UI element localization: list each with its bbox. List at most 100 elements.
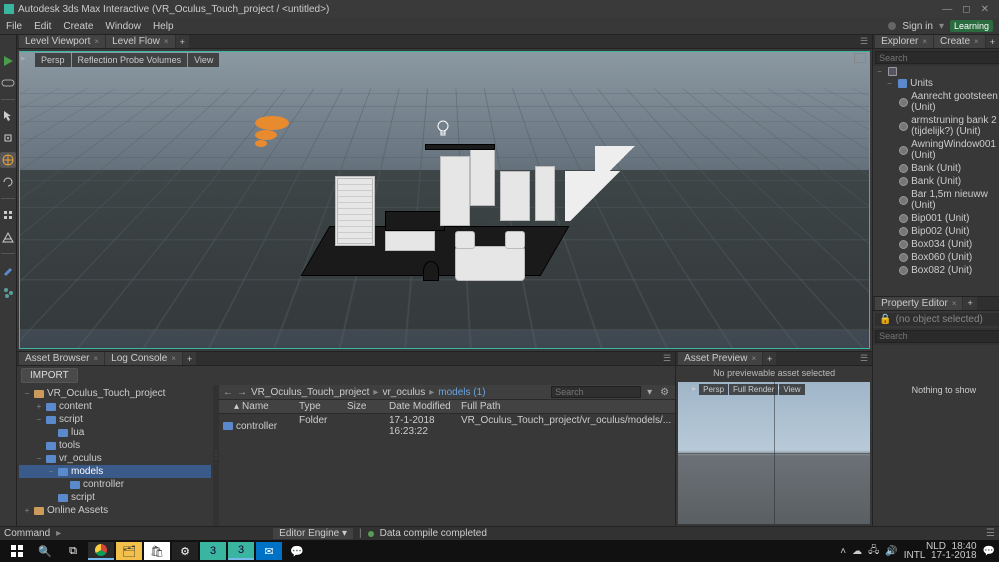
close-tab-icon[interactable]: ×: [952, 299, 957, 308]
settings-icon[interactable]: ⚙: [658, 387, 671, 398]
tree-node[interactable]: lua: [19, 426, 211, 439]
breadcrumb-root[interactable]: VR_Oculus_Touch_project: [251, 387, 369, 398]
explorer-item[interactable]: armstruning bank 2 (tijdelijk?) (Unit): [873, 114, 999, 138]
tab-asset-preview[interactable]: Asset Preview×: [678, 352, 762, 365]
tree-node[interactable]: +content: [19, 400, 211, 413]
asset-table[interactable]: ▴ Name Type Size Date Modified Full Path…: [219, 400, 675, 526]
explorer-item[interactable]: Bip001 (Unit): [873, 212, 999, 225]
breadcrumb-leaf[interactable]: models (1): [438, 387, 485, 398]
explorer-item[interactable]: Box060 (Unit): [873, 251, 999, 264]
minimize-icon[interactable]: —: [942, 4, 952, 15]
signin-button[interactable]: Sign in: [902, 21, 933, 32]
panel-options-icon[interactable]: ☰: [860, 353, 872, 364]
move-tool[interactable]: [0, 152, 16, 168]
3dsmax-interactive-icon[interactable]: 3: [228, 542, 254, 560]
tree-node[interactable]: tools: [19, 439, 211, 452]
viewport-menu-icon[interactable]: ▸: [21, 53, 26, 64]
explorer-units-folder[interactable]: − Units: [873, 77, 999, 90]
place-tool[interactable]: [0, 130, 16, 146]
view-button[interactable]: View: [188, 53, 219, 67]
reflection-probe-button[interactable]: Reflection Probe Volumes: [72, 53, 188, 67]
close-icon[interactable]: ✕: [981, 4, 989, 15]
tab-property-editor[interactable]: Property Editor×: [875, 297, 962, 310]
volume-icon[interactable]: 🔊: [885, 546, 897, 557]
filter-icon[interactable]: ▾: [645, 387, 654, 398]
gamepad-icon[interactable]: [0, 75, 16, 91]
explorer-icon[interactable]: 🗂: [116, 542, 142, 560]
tree-node[interactable]: −script: [19, 413, 211, 426]
tab-asset-browser[interactable]: Asset Browser×: [19, 352, 104, 365]
snap-grid-tool[interactable]: [0, 229, 16, 245]
close-tab-icon[interactable]: ×: [94, 37, 99, 46]
tab-create[interactable]: Create×: [934, 35, 985, 48]
table-row[interactable]: controllerFolder17-1-2018 16:23:22VR_Ocu…: [219, 414, 675, 438]
snap-tool[interactable]: [0, 207, 16, 223]
statusbar-options-icon[interactable]: ☰: [986, 528, 995, 539]
explorer-item[interactable]: AwningWindow001 (Unit): [873, 138, 999, 162]
explorer-item[interactable]: Bar 1,5m nieuww (Unit): [873, 188, 999, 212]
explorer-item[interactable]: Bank (Unit): [873, 162, 999, 175]
asset-search-input[interactable]: [551, 386, 641, 398]
property-search-input[interactable]: [875, 330, 999, 343]
start-button[interactable]: [4, 542, 30, 560]
preview-persp-button[interactable]: Persp: [699, 384, 728, 395]
preview-view-button[interactable]: View: [779, 384, 804, 395]
panel-options-icon[interactable]: ☰: [860, 36, 872, 47]
maximize-icon[interactable]: ◻: [962, 4, 970, 15]
level-viewport[interactable]: [19, 51, 870, 349]
close-tab-icon[interactable]: ×: [974, 37, 979, 46]
menu-edit[interactable]: Edit: [34, 21, 51, 32]
explorer-item[interactable]: Bip002 (Unit): [873, 225, 999, 238]
preview-viewport[interactable]: ▸ Persp Full Render View: [678, 382, 870, 524]
tree-node[interactable]: script: [19, 491, 211, 504]
explorer-search-input[interactable]: [875, 51, 999, 64]
nav-back-icon[interactable]: ←: [223, 387, 233, 398]
tab-level-viewport[interactable]: Level Viewport×: [19, 35, 105, 48]
close-tab-icon[interactable]: ×: [164, 37, 169, 46]
import-button[interactable]: IMPORT: [21, 368, 78, 383]
clock[interactable]: NLD 18:40 INTL 17-1-2018: [904, 542, 977, 560]
menu-window[interactable]: Window: [105, 21, 141, 32]
network-icon[interactable]: 🖧: [868, 543, 879, 560]
add-tab-button[interactable]: +: [176, 35, 189, 48]
menu-file[interactable]: File: [6, 21, 22, 32]
nav-fwd-icon[interactable]: →: [237, 387, 247, 398]
whatsapp-icon[interactable]: 💬: [284, 542, 310, 560]
tree-node[interactable]: controller: [19, 478, 211, 491]
play-button[interactable]: [0, 53, 16, 69]
chrome-icon[interactable]: [88, 542, 114, 560]
paint-tool[interactable]: [0, 262, 16, 278]
explorer-world-item[interactable]: −: [873, 66, 999, 77]
3dsmax-icon[interactable]: 3: [200, 542, 226, 560]
close-tab-icon[interactable]: ×: [171, 354, 176, 363]
close-tab-icon[interactable]: ×: [922, 37, 927, 46]
maximize-viewport-icon[interactable]: [854, 53, 866, 63]
menu-create[interactable]: Create: [63, 21, 93, 32]
add-tab-button[interactable]: +: [763, 352, 776, 365]
taskview-icon[interactable]: ⧉: [60, 542, 86, 560]
onedrive-icon[interactable]: ☁: [852, 546, 862, 557]
learning-button[interactable]: Learning: [950, 20, 993, 32]
scatter-tool[interactable]: [0, 284, 16, 300]
close-tab-icon[interactable]: ×: [93, 354, 98, 363]
menu-help[interactable]: Help: [153, 21, 174, 32]
add-tab-button[interactable]: +: [986, 35, 999, 48]
tab-level-flow[interactable]: Level Flow×: [106, 35, 174, 48]
project-tree[interactable]: −VR_Oculus_Touch_project+content−script …: [17, 385, 213, 526]
tree-node[interactable]: −vr_oculus: [19, 452, 211, 465]
mail-icon[interactable]: ✉: [256, 542, 282, 560]
explorer-item[interactable]: Box082 (Unit): [873, 264, 999, 277]
close-tab-icon[interactable]: ×: [751, 354, 756, 363]
explorer-item[interactable]: Aanrecht gootsteen (Unit): [873, 90, 999, 114]
tree-node[interactable]: +Online Assets: [19, 504, 211, 517]
explorer-item[interactable]: Box034 (Unit): [873, 238, 999, 251]
add-tab-button[interactable]: +: [963, 297, 976, 310]
explorer-tree[interactable]: − − Units Aanrecht gootsteen (Unit)armst…: [873, 66, 999, 296]
rotate-tool[interactable]: [0, 174, 16, 190]
explorer-item[interactable]: Bank (Unit): [873, 175, 999, 188]
panel-options-icon[interactable]: ☰: [663, 353, 675, 364]
tab-log-console[interactable]: Log Console×: [105, 352, 182, 365]
settings-icon[interactable]: ⚙: [172, 542, 198, 560]
search-icon[interactable]: 🔍: [32, 542, 58, 560]
preview-fullrender-button[interactable]: Full Render: [729, 384, 778, 395]
